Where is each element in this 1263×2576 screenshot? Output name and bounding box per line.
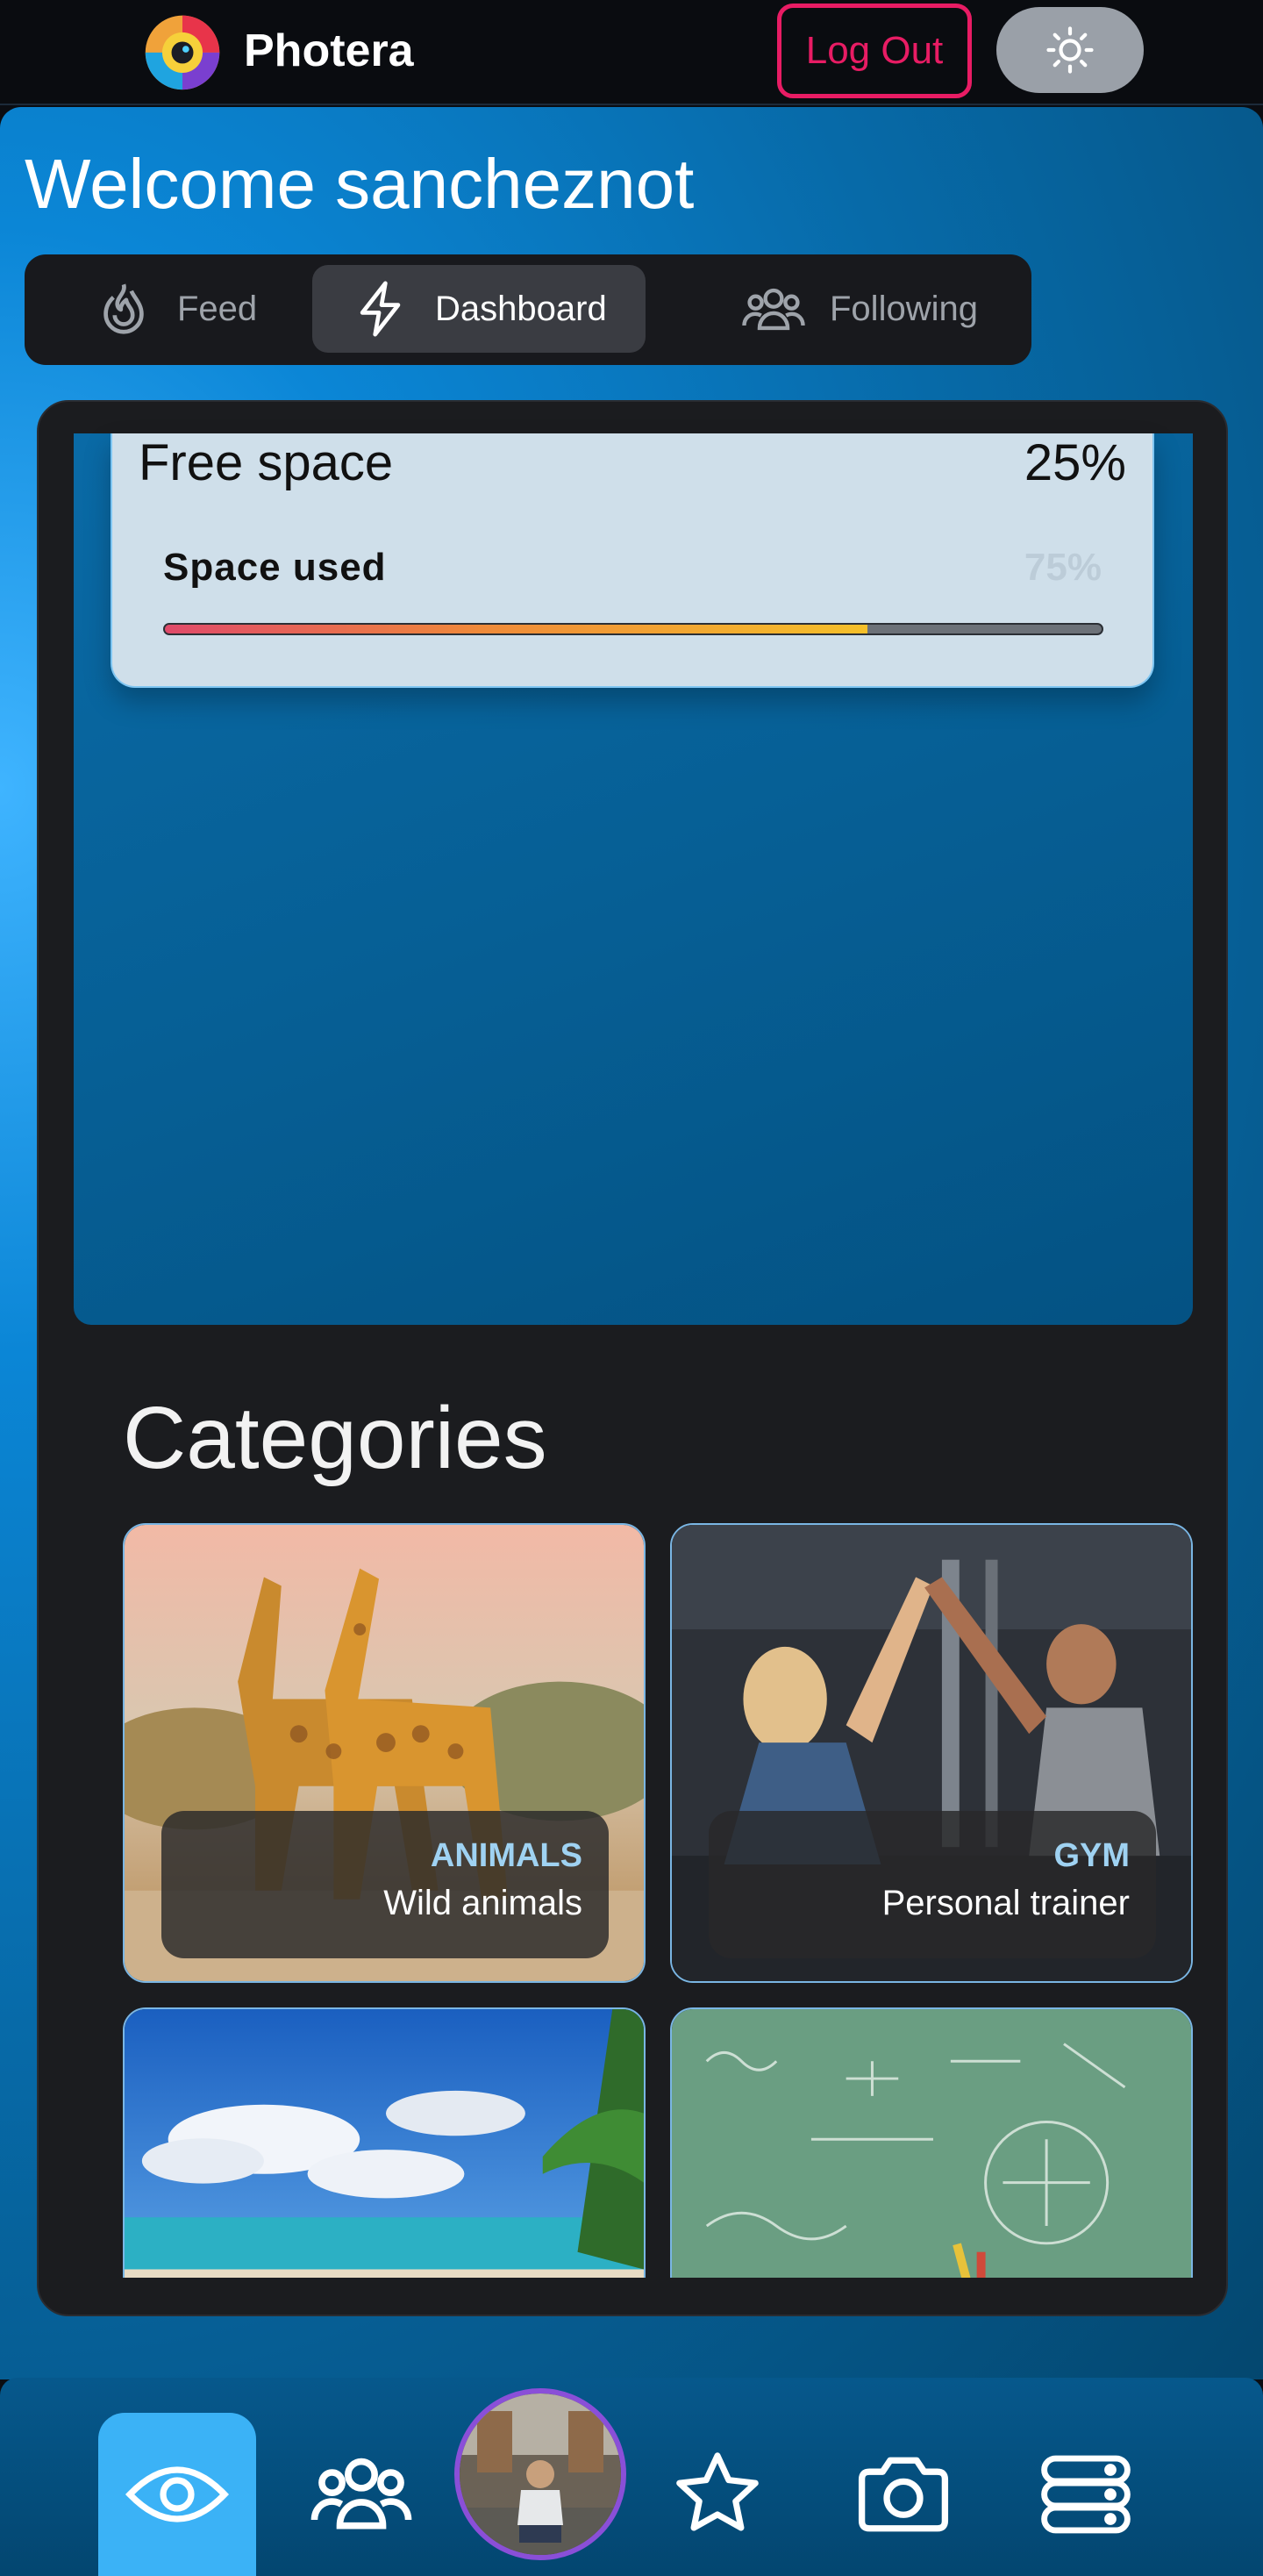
categories-grid: ANIMALS Wild animals GYM Personal traine… [123, 1523, 1193, 2278]
chalkboard-image [672, 2009, 1191, 2278]
categories-heading: Categories [123, 1389, 547, 1487]
avatar[interactable] [454, 2388, 626, 2560]
storage-card: Free space 25% Space used 75% [111, 433, 1154, 688]
group-icon [310, 2458, 412, 2529]
nav-view[interactable] [98, 2413, 256, 2576]
category-card-beach[interactable] [123, 2007, 646, 2278]
star-icon [676, 2452, 759, 2531]
theme-toggle-button[interactable] [996, 7, 1144, 93]
category-title: GYM [1053, 1837, 1130, 1874]
category-subtitle: Wild animals [383, 1884, 582, 1922]
dashboard-content: Free space 25% Space used 75% [74, 433, 1193, 1325]
category-subtitle: Personal trainer [881, 1884, 1130, 1922]
nav-favorites[interactable] [639, 2413, 796, 2576]
app-logo-icon[interactable] [140, 9, 225, 93]
top-bar: Photera Log Out [0, 0, 1263, 105]
app-name[interactable]: Photera [244, 25, 414, 77]
tab-dashboard-label: Dashboard [435, 289, 607, 328]
nav-groups[interactable] [282, 2413, 440, 2576]
flame-icon [103, 283, 144, 334]
lightning-icon [360, 281, 401, 337]
category-card-education[interactable] [670, 2007, 1193, 2278]
category-card-gym[interactable]: GYM Personal trainer [670, 1523, 1193, 1983]
space-used-label: Space used [163, 546, 387, 589]
dashboard-card: Free space 25% Space used 75% Categories [37, 400, 1228, 2316]
section-tabs: Feed Dashboard Following [25, 254, 1031, 365]
beach-image [125, 2009, 644, 2278]
tab-dashboard[interactable]: Dashboard [312, 265, 646, 353]
category-label: ANIMALS Wild animals [161, 1811, 609, 1958]
space-used-value: 75% [1024, 546, 1102, 589]
category-label: GYM Personal trainer [709, 1811, 1156, 1958]
camera-icon [858, 2457, 949, 2532]
nav-storage[interactable] [1007, 2413, 1165, 2576]
tab-following[interactable]: Following [702, 265, 1017, 353]
bottom-navigation [0, 2378, 1263, 2576]
space-used-progress-fill [165, 625, 867, 633]
category-card-animals[interactable]: ANIMALS Wild animals [123, 1523, 646, 1983]
space-used-progress-bar [163, 623, 1103, 635]
sun-icon [1046, 26, 1094, 74]
nav-camera[interactable] [824, 2413, 982, 2576]
tab-feed[interactable]: Feed [54, 265, 296, 353]
tab-following-label: Following [830, 289, 978, 328]
eye-icon [125, 2466, 230, 2522]
main-panel: Welcome sancheznot Feed Dashboard Follow… [0, 107, 1263, 2379]
logout-button[interactable]: Log Out [777, 4, 972, 98]
free-space-value: 25% [1024, 434, 1126, 491]
free-space-label: Free space [139, 434, 394, 491]
profile-photo [460, 2394, 621, 2555]
server-icon [1041, 2455, 1131, 2534]
people-icon [742, 288, 805, 331]
category-title: ANIMALS [430, 1837, 582, 1874]
welcome-heading: Welcome sancheznot [25, 145, 695, 223]
tab-feed-label: Feed [177, 289, 258, 328]
